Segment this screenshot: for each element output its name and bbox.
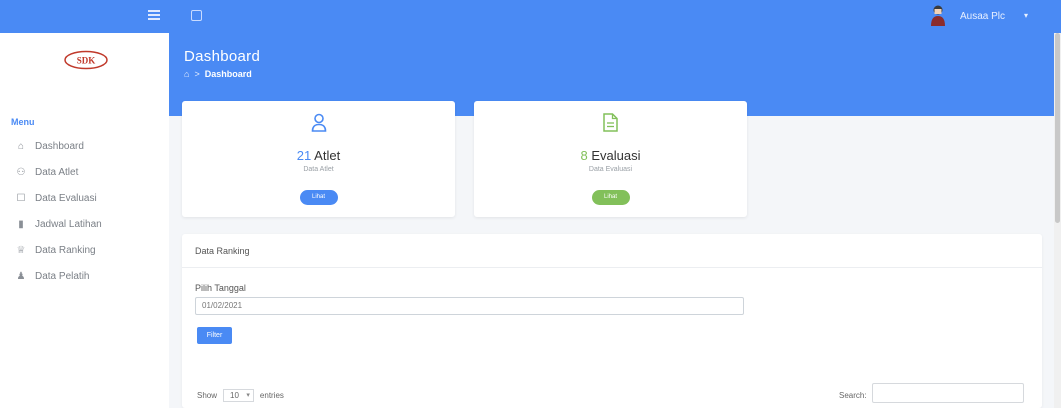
chevron-down-icon: ▾ [246,392,250,399]
sidebar-item-label: Data Atlet [35,166,79,178]
evaluasi-count: 8 Evaluasi [474,148,747,163]
svg-text:SDK: SDK [77,56,96,66]
atlet-count-label: Atlet [314,148,341,163]
sidebar-menu: ⌂ Dashboard ⚇ Data Atlet ☐ Data Evaluasi ▮ J… [0,133,169,289]
show-label: Show [197,391,218,400]
chart-icon: ▮ [18,218,24,230]
date-field-label: Pilih Tanggal [195,283,246,293]
scrollbar-thumb[interactable] [1055,33,1060,223]
date-input[interactable]: 01/02/2021 [195,297,744,315]
users-icon: ♟ [16,270,26,282]
evaluasi-stat-card: 8 Evaluasi Data Evaluasi Lihat [474,101,747,217]
entries-select[interactable]: 10 ▾ [223,389,254,402]
fullscreen-icon[interactable] [191,10,202,21]
sidebar-item-data-atlet[interactable]: ⚇ Data Atlet [0,159,169,185]
top-navbar: Ausaa Plc ▾ [0,0,1061,33]
breadcrumb: ⌂ > Dashboard [184,69,252,79]
brand-logo: SDK [64,50,108,70]
ranking-panel: Data Ranking Pilih Tanggal 01/02/2021 Fi… [182,234,1042,408]
entries-select-value: 10 [230,391,239,400]
page-scrollbar[interactable] [1054,33,1061,408]
ranking-panel-title: Data Ranking [182,234,1042,268]
trophy-icon: ♕ [16,244,26,256]
sidebar-item-dashboard[interactable]: ⌂ Dashboard [0,133,169,159]
file-icon: ☐ [16,192,26,204]
chevron-down-icon[interactable]: ▾ [1024,11,1028,20]
user-name[interactable]: Ausaa Plc [960,11,1005,22]
atlet-count: 21 Atlet [182,148,455,163]
user-avatar[interactable] [930,4,946,26]
sidebar-item-label: Dashboard [35,140,84,152]
sidebar-item-data-ranking[interactable]: ♕ Data Ranking [0,237,169,263]
sidebar-item-label: Data Pelatih [35,270,90,282]
document-icon [474,113,747,133]
home-icon[interactable]: ⌂ [184,69,189,79]
user-icon: ⚇ [16,166,26,178]
sidebar-item-label: Jadwal Latihan [35,218,102,230]
breadcrumb-current: Dashboard [204,69,252,79]
sidebar-item-label: Data Evaluasi [35,192,97,204]
sidebar-item-data-pelatih[interactable]: ♟ Data Pelatih [0,263,169,289]
breadcrumb-separator: > [194,69,200,79]
atlet-count-number: 21 [296,148,312,163]
atlet-card-subtitle: Data Atlet [303,166,334,173]
hamburger-menu-icon[interactable] [148,10,160,20]
home-icon: ⌂ [17,140,25,152]
sidebar-item-data-evaluasi[interactable]: ☐ Data Evaluasi [0,185,169,211]
evaluasi-count-number: 8 [580,148,588,163]
search-label: Search: [839,391,867,400]
page-title: Dashboard [184,48,261,65]
evaluasi-count-label: Evaluasi [591,148,641,163]
search-input[interactable] [872,383,1024,403]
evaluasi-card-subtitle: Data Evaluasi [588,166,633,173]
sidebar-item-jadwal-latihan[interactable]: ▮ Jadwal Latihan [0,211,169,237]
filter-button[interactable]: Filter [197,327,232,344]
evaluasi-view-button[interactable]: Lihat [591,190,630,205]
show-entries-control: Show 10 ▾ entries [197,389,284,402]
user-icon [182,113,455,133]
atlet-view-button[interactable]: Lihat [299,190,338,205]
entries-label: entries [259,391,284,400]
sidebar-menu-label: Menu [11,117,35,127]
atlet-stat-card: 21 Atlet Data Atlet Lihat [182,101,455,217]
sidebar: SDK Menu ⌂ Dashboard ⚇ Data Atlet ☐ Data Ev… [0,33,169,408]
sidebar-item-label: Data Ranking [35,244,96,256]
